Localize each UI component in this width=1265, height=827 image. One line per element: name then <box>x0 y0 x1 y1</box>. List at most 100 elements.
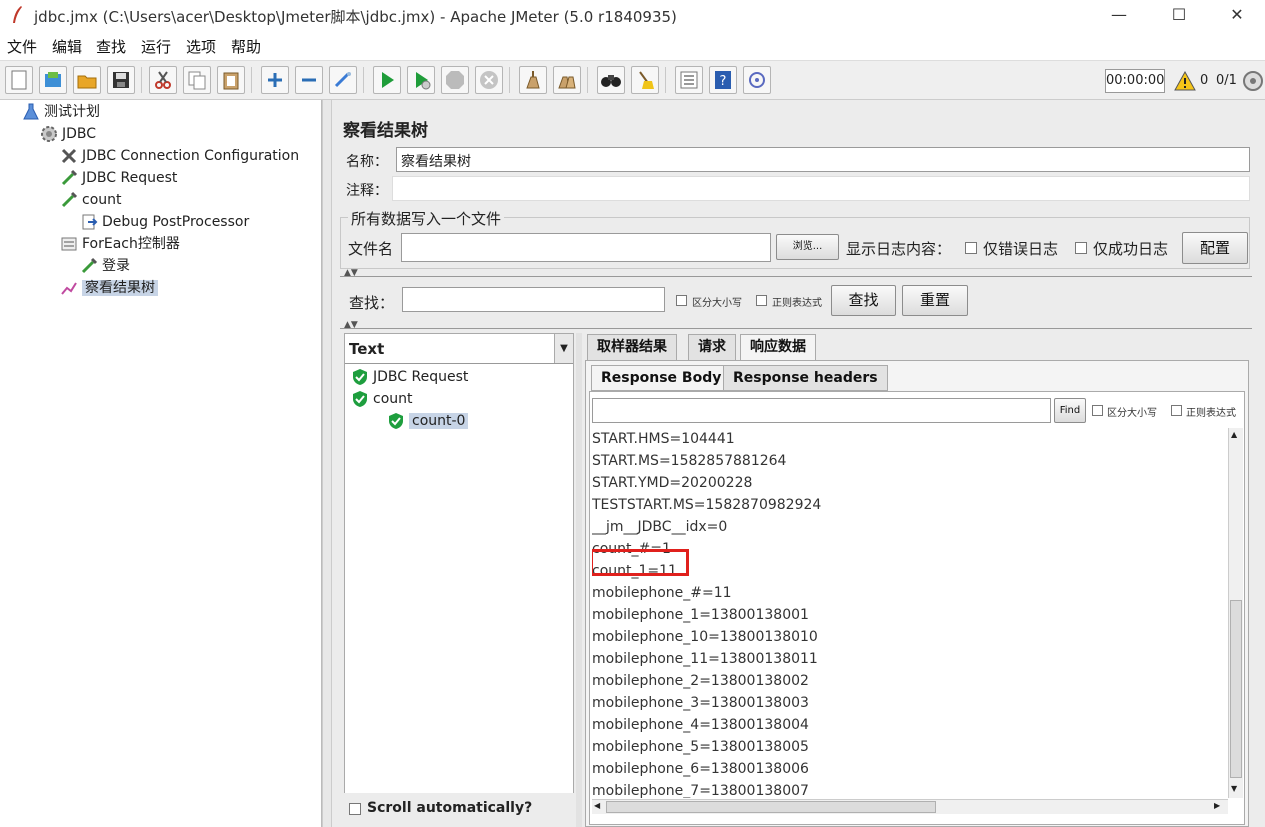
tab-response-body[interactable]: Response Body <box>591 365 732 391</box>
clear-button[interactable] <box>519 66 547 94</box>
sample-jdbc-request[interactable]: JDBC Request <box>351 366 468 388</box>
menu-search[interactable]: 查找 <box>96 36 126 57</box>
scroll-right-icon[interactable]: ▶ <box>1214 801 1220 810</box>
clear-all-button[interactable] <box>553 66 581 94</box>
maximize-button[interactable]: ☐ <box>1156 0 1202 30</box>
paste-button[interactable] <box>217 66 245 94</box>
help-question-icon: ? <box>715 71 731 89</box>
expand-button[interactable] <box>261 66 289 94</box>
function-helper-button[interactable] <box>675 66 703 94</box>
configure-button[interactable]: 配置 <box>1182 232 1248 264</box>
errors-only-checkbox[interactable] <box>965 242 977 254</box>
regex-checkbox[interactable] <box>756 295 767 306</box>
find-button[interactable]: Find <box>1054 398 1086 423</box>
tree-node-view-results-tree[interactable]: 察看结果树 <box>60 277 158 299</box>
cut-button[interactable] <box>149 66 177 94</box>
save-disk-icon <box>113 72 129 88</box>
tree-node-foreach-controller[interactable]: ForEach控制器 <box>60 233 180 255</box>
jmeter-feather-icon <box>13 6 22 23</box>
start-no-pause-button[interactable] <box>407 66 435 94</box>
response-data-panel: Response Body Response headers Find 区分大小… <box>585 360 1249 827</box>
save-button[interactable] <box>107 66 135 94</box>
svg-text:?: ? <box>720 74 727 89</box>
tree-node-jdbc-request[interactable]: JDBC Request <box>60 167 177 189</box>
name-field[interactable]: 察看结果树 <box>396 147 1250 172</box>
templates-button[interactable] <box>39 66 67 94</box>
scroll-down-icon[interactable]: ▼ <box>1231 784 1237 793</box>
chevron-down-icon[interactable]: ▼ <box>554 334 573 363</box>
tab-sampler-result[interactable]: 取样器结果 <box>587 334 677 360</box>
window-title: jdbc.jmx (C:\Users\acer\Desktop\Jmeter脚本… <box>34 8 677 26</box>
vertical-scrollbar[interactable]: ▲ ▼ <box>1228 428 1243 798</box>
case-sensitive-checkbox[interactable] <box>676 295 687 306</box>
success-only-checkbox[interactable] <box>1075 242 1087 254</box>
results-splitter[interactable] <box>576 333 582 827</box>
tree-node-jdbc-connection[interactable]: JDBC Connection Configuration <box>60 145 299 167</box>
horizontal-scroll-thumb[interactable] <box>606 801 936 813</box>
play-icon <box>382 72 394 88</box>
shutdown-button[interactable] <box>475 66 503 94</box>
remote-button[interactable] <box>743 66 771 94</box>
comment-field[interactable] <box>392 176 1250 201</box>
reset-button[interactable]: 重置 <box>902 285 968 316</box>
menu-options[interactable]: 选项 <box>186 36 216 57</box>
panel-splitter[interactable] <box>322 100 332 827</box>
list-icon <box>680 71 698 89</box>
toolbar: ? 00:00:00 0 0/1 <box>0 60 1265 100</box>
sample-count-0[interactable]: count-0 <box>387 410 469 432</box>
tree-node-debug-postprocessor[interactable]: Debug PostProcessor <box>80 211 249 233</box>
collapse-button[interactable] <box>295 66 323 94</box>
tab-response-headers[interactable]: Response headers <box>723 365 888 391</box>
clear-broom-icon <box>526 71 540 89</box>
close-button[interactable]: ✕ <box>1214 0 1260 30</box>
search-button[interactable] <box>597 66 625 94</box>
scroll-auto-label: Scroll automatically? <box>367 800 533 816</box>
menu-edit[interactable]: 编辑 <box>52 36 82 57</box>
stop-button[interactable] <box>441 66 469 94</box>
vertical-scroll-thumb[interactable] <box>1230 600 1242 778</box>
reset-search-button[interactable] <box>631 66 659 94</box>
toggle-button[interactable] <box>329 66 357 94</box>
wrench-icon <box>61 148 77 164</box>
sample-count[interactable]: count <box>351 388 413 410</box>
tab-response-data[interactable]: 响应数据 <box>740 334 816 360</box>
menu-run[interactable]: 运行 <box>141 36 171 57</box>
scroll-up-icon[interactable]: ▲ <box>1231 430 1237 439</box>
scroll-auto-bar: Scroll automatically? <box>344 793 574 827</box>
gear-icon <box>41 126 57 142</box>
new-button[interactable] <box>5 66 33 94</box>
response-line: mobilephone_7=13800138007 <box>592 783 809 798</box>
tab-request[interactable]: 请求 <box>688 334 736 360</box>
tree-node-test-plan[interactable]: 测试计划 <box>22 101 100 123</box>
renderer-select[interactable]: Text ▼ <box>345 334 573 364</box>
scroll-auto-checkbox[interactable] <box>349 803 361 815</box>
menu-file[interactable]: 文件 <box>7 36 37 57</box>
pipette-icon <box>61 191 78 208</box>
find-input[interactable] <box>592 398 1051 423</box>
file-group-title: 所有数据写入一个文件 <box>348 208 505 229</box>
tree-node-count[interactable]: count <box>60 189 122 211</box>
minimize-button[interactable]: — <box>1096 0 1142 30</box>
show-log-label: 显示日志内容： <box>846 240 952 258</box>
horizontal-scrollbar[interactable]: ◀ ▶ <box>592 799 1228 814</box>
find-regex-checkbox[interactable] <box>1171 405 1182 416</box>
help-button[interactable]: ? <box>709 66 737 94</box>
flask-icon <box>23 103 39 120</box>
browse-button[interactable]: 浏览... <box>776 234 839 260</box>
find-case-checkbox[interactable] <box>1092 405 1103 416</box>
search-input[interactable] <box>402 287 665 312</box>
scroll-left-icon[interactable]: ◀ <box>594 801 600 810</box>
copy-button[interactable] <box>183 66 211 94</box>
tree-node-thread-group[interactable]: JDBC <box>40 123 96 145</box>
menu-help[interactable]: 帮助 <box>231 36 261 57</box>
success-shield-icon <box>389 413 403 429</box>
detail-pane: 取样器结果 请求 响应数据 Response Body Response hea… <box>585 334 1253 827</box>
warning-icon[interactable] <box>1174 71 1196 91</box>
tree-node-login[interactable]: 登录 <box>80 255 130 277</box>
filename-input[interactable] <box>401 233 771 262</box>
search-submit-button[interactable]: 查找 <box>831 285 896 316</box>
find-regex-label: 正则表达式 <box>1186 408 1236 419</box>
open-button[interactable] <box>73 66 101 94</box>
start-button[interactable] <box>373 66 401 94</box>
response-text[interactable]: START.HMS=104441 START.MS=1582857881264 ST… <box>592 428 1228 798</box>
